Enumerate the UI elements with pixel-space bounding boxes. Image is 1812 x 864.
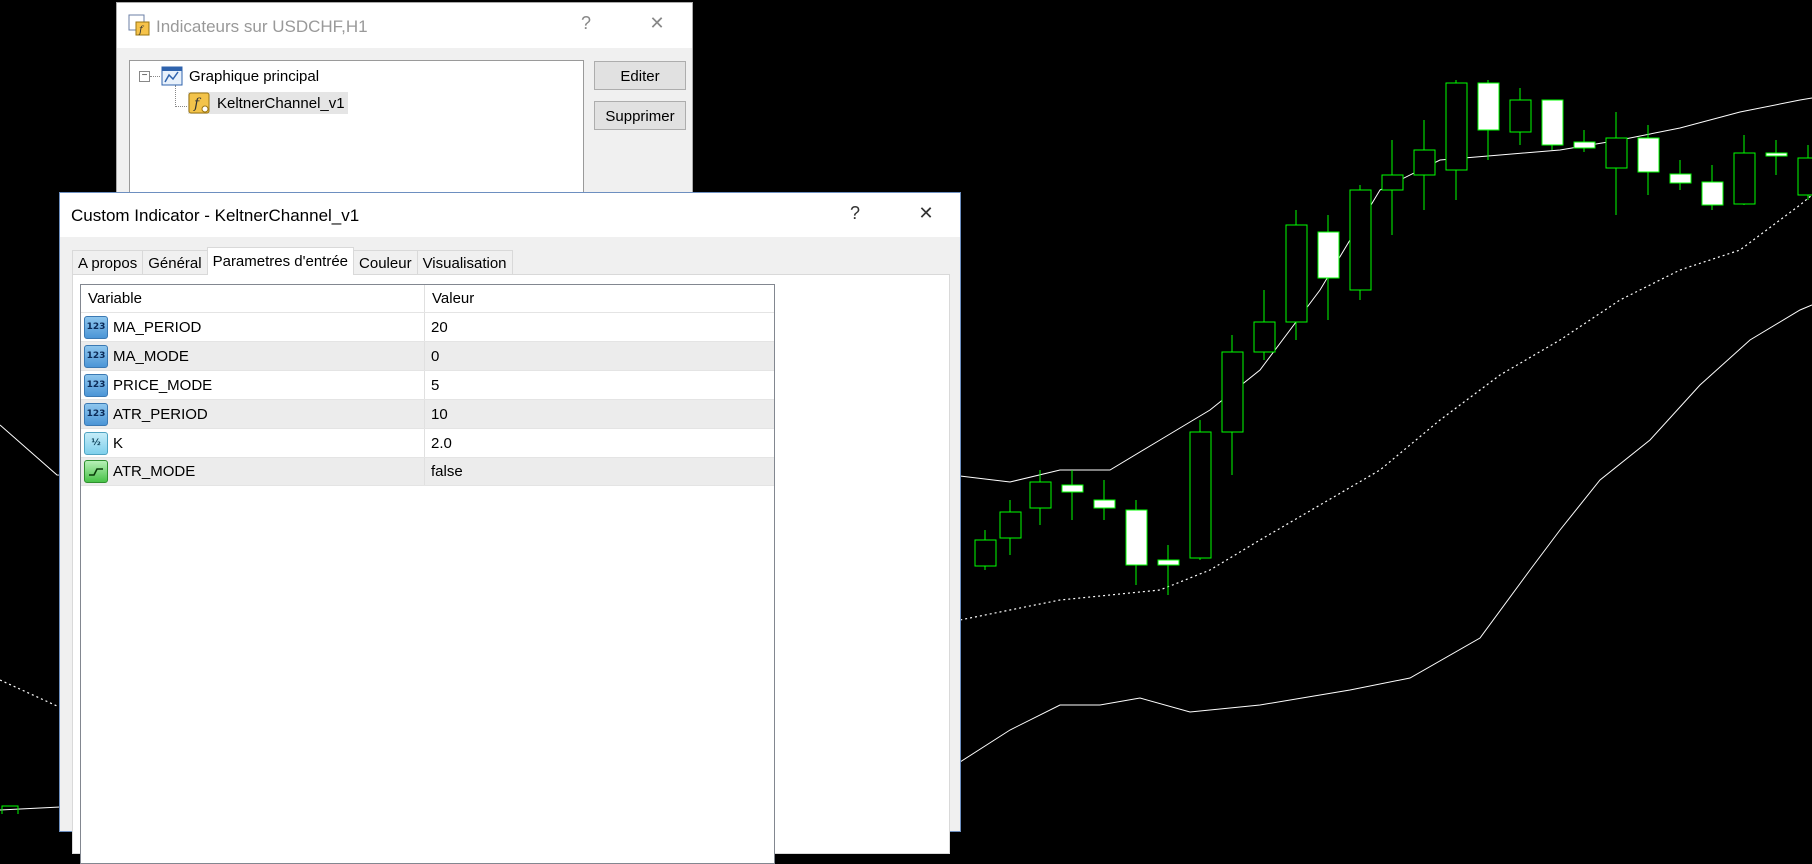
indicators-titlebar: f Indicateurs sur USDCHF,H1 ? ✕ <box>117 3 692 48</box>
table-row[interactable]: 123 ATR_PERIOD 10 <box>81 399 774 428</box>
candle-body <box>1797 157 1812 196</box>
table-header: Variable Valeur <box>81 285 774 312</box>
candle-body <box>1285 224 1308 323</box>
candle-body <box>999 511 1022 539</box>
parameter-value[interactable]: 5 <box>425 377 439 394</box>
double-type-icon: ½ <box>84 431 108 455</box>
collapse-toggle-icon[interactable]: − <box>139 71 150 82</box>
candle-body <box>1477 82 1500 131</box>
candle-body <box>1573 141 1596 149</box>
tree-item-main-chart[interactable]: Graphique principal <box>161 66 319 86</box>
candle-body <box>1605 137 1628 169</box>
candle-body <box>1125 509 1148 566</box>
candle-body <box>1221 351 1244 433</box>
close-button[interactable]: ✕ <box>914 203 938 224</box>
parameter-value[interactable]: false <box>425 463 463 480</box>
candle-body <box>1029 481 1052 509</box>
candle-body <box>1445 82 1468 171</box>
table-row[interactable]: ½ K 2.0 <box>81 428 774 457</box>
candle-body <box>1061 484 1084 493</box>
parameter-name: MA_MODE <box>113 347 189 365</box>
indicators-window: f Indicateurs sur USDCHF,H1 ? ✕ − Graphi… <box>116 2 693 200</box>
candle-body <box>1253 321 1276 353</box>
table-row[interactable]: ATR_MODE false <box>81 457 774 486</box>
candle-body <box>1669 173 1692 184</box>
tree-item-main-chart-label: Graphique principal <box>189 67 320 85</box>
integer-type-icon: 123 <box>84 373 108 397</box>
candle-body <box>1413 149 1436 176</box>
custom-indicator-titlebar: Custom Indicator - KeltnerChannel_v1 ? ✕ <box>60 193 960 237</box>
table-row[interactable]: 123 MA_PERIOD 20 <box>81 312 774 341</box>
indicator-tree[interactable]: − Graphique principal f KeltnerChannel_v… <box>129 60 584 200</box>
integer-type-icon: 123 <box>84 344 108 368</box>
bool-type-icon <box>84 460 108 483</box>
custom-indicator-window: Custom Indicator - KeltnerChannel_v1 ? ✕… <box>59 192 961 864</box>
parameter-name: K <box>113 434 124 452</box>
parameter-value[interactable]: 20 <box>425 319 448 336</box>
close-button[interactable]: ✕ <box>645 13 669 34</box>
candle-body <box>1541 99 1564 146</box>
candle-body <box>1765 152 1788 157</box>
candle-body <box>974 539 997 567</box>
parameter-name: MA_PERIOD <box>113 318 202 336</box>
tab-colors[interactable]: Couleur <box>353 250 418 275</box>
tab-visualization[interactable]: Visualisation <box>416 250 513 275</box>
custom-indicator-title: Custom Indicator - KeltnerChannel_v1 <box>71 206 360 225</box>
help-button[interactable]: ? <box>843 203 867 224</box>
custom-indicator-icon: f <box>188 92 210 114</box>
candle-body <box>1701 181 1724 206</box>
edit-button[interactable]: Editer <box>594 61 686 90</box>
candle-body <box>1349 189 1372 291</box>
parameter-name: ATR_MODE <box>113 463 196 480</box>
tree-item-keltner-label: KeltnerChannel_v1 <box>217 94 345 112</box>
tree-item-keltner[interactable]: f KeltnerChannel_v1 <box>188 92 348 114</box>
indicators-title: Indicateurs sur USDCHF,H1 <box>156 17 368 36</box>
candle-body <box>1637 137 1660 173</box>
parameter-name: ATR_PERIOD <box>113 405 208 423</box>
parameter-name: PRICE_MODE <box>113 376 213 394</box>
candle-body <box>1317 231 1340 279</box>
tab-about[interactable]: A propos <box>72 250 144 275</box>
candle-body <box>1093 499 1116 509</box>
chart-window-icon <box>161 66 183 86</box>
help-button[interactable]: ? <box>574 13 598 34</box>
parameter-value[interactable]: 10 <box>425 406 448 423</box>
candle-body <box>1189 431 1212 559</box>
candle-body <box>1509 99 1532 133</box>
tab-strip: A propos Général Parametres d'entrée Cou… <box>72 247 513 275</box>
column-header-variable[interactable]: Variable <box>81 285 425 312</box>
integer-type-icon: 123 <box>84 402 108 426</box>
parameters-table: Variable Valeur 123 MA_PERIOD 20 123 MA_… <box>80 284 775 864</box>
tab-general[interactable]: Général <box>142 250 208 275</box>
candle-body <box>1733 152 1756 205</box>
table-row[interactable]: 123 MA_MODE 0 <box>81 341 774 370</box>
table-row[interactable]: 123 PRICE_MODE 5 <box>81 370 774 399</box>
parameter-value[interactable]: 0 <box>425 348 439 365</box>
indicators-app-icon: f <box>128 14 150 36</box>
delete-button[interactable]: Supprimer <box>594 101 686 130</box>
tab-input-parameters[interactable]: Parametres d'entrée <box>206 247 355 275</box>
parameter-value[interactable]: 2.0 <box>425 435 452 452</box>
candle-body <box>1381 174 1404 191</box>
integer-type-icon: 123 <box>84 315 108 339</box>
column-header-value[interactable]: Valeur <box>425 285 474 312</box>
candle-body <box>1157 559 1180 566</box>
